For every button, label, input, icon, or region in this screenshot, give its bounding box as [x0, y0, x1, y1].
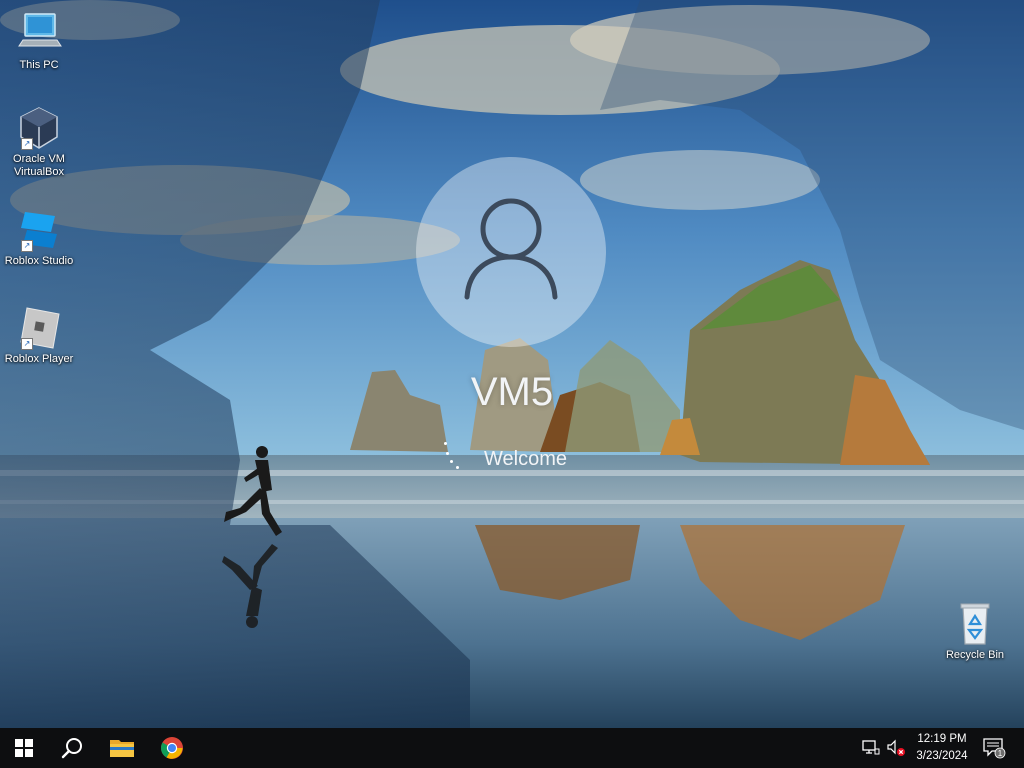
volume-muted-icon — [887, 739, 905, 756]
roblox-player-icon: ↗ — [15, 306, 63, 350]
login-status-text: Welcome — [484, 448, 567, 470]
action-center-button[interactable]: 1 — [980, 728, 1008, 768]
desktop-icon-this-pc[interactable]: This PC — [1, 12, 77, 72]
virtualbox-icon: ↗ — [15, 106, 63, 150]
user-icon — [464, 198, 558, 300]
desktop-icon-label: Roblox Player — [4, 353, 74, 365]
shortcut-arrow-icon: ↗ — [21, 240, 33, 252]
desktop-icon-roblox-studio[interactable]: ↗ Roblox Studio — [1, 208, 77, 268]
clock-time: 12:19 PM — [917, 733, 967, 745]
taskbar-file-explorer[interactable] — [98, 728, 146, 768]
desktop: This PC ↗ Oracle VM VirtualBox ↗ Roblox … — [0, 0, 1024, 768]
login-username: VM5 — [470, 370, 554, 414]
desktop-icon-label: VirtualBox — [14, 166, 64, 178]
shortcut-arrow-icon: ↗ — [21, 138, 33, 150]
search-icon — [61, 738, 82, 759]
desktop-icon-label: Roblox Studio — [4, 255, 74, 267]
recycle-bin-icon — [951, 602, 999, 646]
roblox-studio-icon: ↗ — [15, 208, 63, 252]
clock-date: 3/23/2024 — [916, 750, 968, 762]
file-explorer-icon — [110, 740, 134, 757]
start-button[interactable] — [0, 728, 48, 768]
taskbar-chrome[interactable] — [148, 728, 196, 768]
chrome-icon — [161, 737, 183, 759]
computer-icon — [15, 12, 63, 56]
tray-network[interactable] — [860, 728, 882, 768]
desktop-icon-recycle-bin[interactable]: Recycle Bin — [937, 602, 1013, 662]
user-avatar — [416, 157, 606, 347]
notification-icon: 1 — [983, 738, 1006, 759]
taskbar: 12:19 PM 3/23/2024 1 — [0, 728, 1024, 768]
network-icon — [862, 740, 880, 755]
tray-clock[interactable]: 12:19 PM 3/23/2024 — [906, 731, 978, 765]
notification-count: 1 — [998, 749, 1003, 758]
desktop-icon-label: Recycle Bin — [945, 649, 1005, 661]
desktop-icon-virtualbox[interactable]: ↗ Oracle VM VirtualBox — [1, 106, 77, 179]
desktop-icon-label: This PC — [19, 59, 59, 71]
desktop-icon-roblox-player[interactable]: ↗ Roblox Player — [1, 306, 77, 366]
windows-start-icon — [15, 739, 33, 757]
shortcut-arrow-icon: ↗ — [21, 338, 33, 350]
search-button[interactable] — [48, 728, 96, 768]
desktop-icon-label: Oracle VM — [13, 153, 65, 165]
loading-spinner-icon — [444, 440, 464, 470]
tray-volume[interactable] — [884, 728, 908, 768]
